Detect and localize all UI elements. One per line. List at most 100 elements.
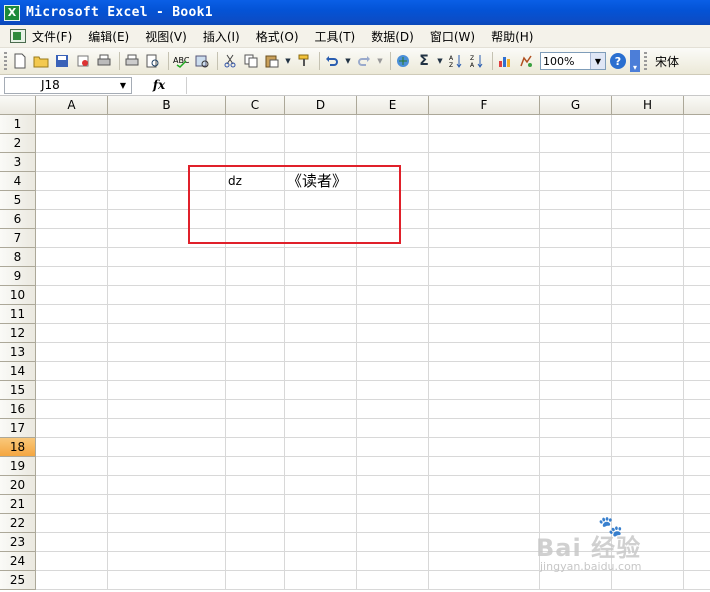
row-header-23[interactable]: 23	[0, 533, 36, 552]
row-gridline	[36, 133, 710, 134]
column-gridline	[225, 115, 226, 590]
workbook-icon[interactable]	[10, 29, 26, 43]
svg-text:ABC: ABC	[173, 56, 189, 65]
column-header-a[interactable]: A	[36, 96, 108, 115]
copy-icon[interactable]	[242, 52, 260, 70]
save-icon[interactable]	[53, 52, 71, 70]
undo-icon[interactable]	[323, 52, 341, 70]
row-header-16[interactable]: 16	[0, 400, 36, 419]
permission-icon[interactable]	[74, 52, 92, 70]
drawing-icon[interactable]	[517, 52, 535, 70]
font-name-select[interactable]: 宋体	[655, 53, 679, 70]
row-header-14[interactable]: 14	[0, 362, 36, 381]
toolbar-separator	[217, 52, 218, 70]
row-header-2[interactable]: 2	[0, 134, 36, 153]
excel-app-icon[interactable]: X	[4, 4, 20, 21]
row-gridline	[36, 304, 710, 305]
cut-icon[interactable]	[221, 52, 239, 70]
row-header-6[interactable]: 6	[0, 210, 36, 229]
column-header-d[interactable]: D	[285, 96, 357, 115]
research-icon[interactable]	[144, 52, 162, 70]
toolbar-grip[interactable]	[4, 52, 7, 70]
row-header-8[interactable]: 8	[0, 248, 36, 267]
row-header-17[interactable]: 17	[0, 419, 36, 438]
row-header-9[interactable]: 9	[0, 267, 36, 286]
row-header-20[interactable]: 20	[0, 476, 36, 495]
format-painter-icon[interactable]	[295, 52, 313, 70]
column-header[interactable]	[684, 96, 710, 115]
column-header-h[interactable]: H	[612, 96, 684, 115]
row-header-24[interactable]: 24	[0, 552, 36, 571]
select-all-corner[interactable]	[0, 96, 36, 115]
row-gridline	[36, 380, 710, 381]
row-gridline	[36, 589, 710, 590]
zoom-select[interactable]: 100% ▼	[540, 52, 606, 70]
paste-icon[interactable]	[263, 52, 281, 70]
sort-desc-icon[interactable]: ZA	[468, 52, 486, 70]
row-gridline	[36, 437, 710, 438]
row-header-18[interactable]: 18	[0, 438, 36, 457]
row-header-12[interactable]: 12	[0, 324, 36, 343]
menu-format[interactable]: 格式(O)	[256, 28, 299, 45]
menu-view[interactable]: 视图(V)	[145, 28, 187, 45]
menu-tools[interactable]: 工具(T)	[315, 28, 356, 45]
row-header-7[interactable]: 7	[0, 229, 36, 248]
column-header-c[interactable]: C	[226, 96, 285, 115]
cell-c4[interactable]: dz	[228, 172, 242, 191]
autosum-icon[interactable]: Σ	[415, 52, 433, 70]
watermark-main: Bai 经验	[536, 534, 642, 562]
column-header-b[interactable]: B	[108, 96, 226, 115]
print-preview-icon[interactable]	[123, 52, 141, 70]
name-box[interactable]: J18 ▼	[4, 76, 132, 94]
menu-data[interactable]: 数据(D)	[371, 28, 414, 45]
zoom-value: 100%	[543, 54, 575, 68]
sort-asc-icon[interactable]: AZ	[447, 52, 465, 70]
new-icon[interactable]	[11, 52, 29, 70]
redo-icon[interactable]	[355, 52, 373, 70]
chart-wizard-icon[interactable]	[496, 52, 514, 70]
watermark-sub: jingyan.baidu.com	[540, 560, 642, 573]
column-header-g[interactable]: G	[540, 96, 612, 115]
insert-function-icon[interactable]: fx	[132, 78, 186, 92]
row-header-1[interactable]: 1	[0, 115, 36, 134]
row-header-13[interactable]: 13	[0, 343, 36, 362]
row-header-25[interactable]: 25	[0, 571, 36, 590]
row-header-22[interactable]: 22	[0, 514, 36, 533]
row-gridline	[36, 418, 710, 419]
column-header-e[interactable]: E	[357, 96, 429, 115]
toolbar-grip[interactable]	[644, 52, 647, 70]
spell-icon[interactable]: ABC	[172, 52, 190, 70]
row-header-21[interactable]: 21	[0, 495, 36, 514]
row-header-4[interactable]: 4	[0, 172, 36, 191]
chevron-down-icon[interactable]: ▼	[344, 52, 352, 70]
row-header-3[interactable]: 3	[0, 153, 36, 172]
thesaurus-icon[interactable]	[193, 52, 211, 70]
toolbar-options-icon[interactable]: ▾	[630, 50, 640, 72]
svg-text:Z: Z	[449, 62, 453, 69]
menu-window[interactable]: 窗口(W)	[430, 28, 475, 45]
column-header-f[interactable]: F	[429, 96, 540, 115]
formula-input[interactable]	[186, 76, 710, 94]
menu-bar: 文件(F) 编辑(E) 视图(V) 插入(I) 格式(O) 工具(T) 数据(D…	[0, 25, 710, 48]
menu-edit[interactable]: 编辑(E)	[88, 28, 129, 45]
row-header-5[interactable]: 5	[0, 191, 36, 210]
row-header-10[interactable]: 10	[0, 286, 36, 305]
chevron-down-icon[interactable]: ▼	[376, 52, 384, 70]
chevron-down-icon[interactable]: ▼	[284, 52, 292, 70]
menu-help[interactable]: 帮助(H)	[491, 28, 533, 45]
print-icon[interactable]	[95, 52, 113, 70]
row-gridline	[36, 399, 710, 400]
row-header-15[interactable]: 15	[0, 381, 36, 400]
chevron-down-icon[interactable]: ▼	[436, 52, 444, 70]
open-icon[interactable]	[32, 52, 50, 70]
menu-file[interactable]: 文件(F)	[32, 28, 72, 45]
row-header-19[interactable]: 19	[0, 457, 36, 476]
chevron-down-icon[interactable]: ▼	[590, 53, 605, 69]
chevron-down-icon[interactable]: ▼	[115, 81, 131, 90]
help-icon[interactable]: ?	[610, 53, 626, 69]
cell-d4[interactable]: 《读者》	[287, 172, 347, 191]
menu-insert[interactable]: 插入(I)	[203, 28, 240, 45]
row-header-11[interactable]: 11	[0, 305, 36, 324]
row-gridline	[36, 361, 710, 362]
hyperlink-icon[interactable]	[394, 52, 412, 70]
